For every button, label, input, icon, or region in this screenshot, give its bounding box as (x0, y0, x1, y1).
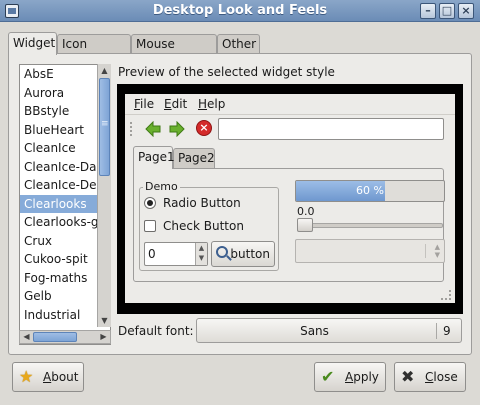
spin-arrows-icon[interactable]: ▲ ▼ (195, 243, 207, 265)
scroll-left-arrow-icon[interactable]: ◀ (20, 331, 33, 343)
scroll-down-arrow-icon[interactable]: ▼ (98, 314, 111, 327)
maximize-button[interactable]: □ (439, 3, 455, 19)
spin-button[interactable]: 0 ▲ ▼ (144, 242, 208, 266)
checkmark-icon: ✔ (321, 367, 335, 386)
widget-preview: File Edit Help × Page1 Page2 Demo Radio … (117, 84, 463, 314)
preview-label: Preview of the selected widget style (118, 65, 335, 79)
search-button-label: button (230, 247, 270, 261)
resize-grip[interactable] (441, 290, 451, 300)
scroll-up-arrow-icon[interactable]: ▲ (98, 64, 111, 77)
title-bar: Desktop Look and Feels – □ × (0, 0, 480, 22)
tab-icon-theme[interactable]: Icon Theme (57, 34, 131, 69)
preview-tab-page1[interactable]: Page1 (133, 146, 175, 169)
combo-separator (425, 244, 426, 258)
about-button-label: About (43, 370, 79, 384)
demo-frame-label: Demo (143, 180, 180, 193)
close-button[interactable]: ✖ Close (394, 362, 466, 392)
preview-toolbar: × (125, 114, 455, 142)
font-name: Sans (300, 324, 329, 338)
theme-list-vertical-scrollbar[interactable]: ▲ ▼ (97, 64, 111, 327)
preview-tab-page2[interactable]: Page2 (173, 148, 215, 168)
progress-bar: 60 % (295, 180, 445, 202)
menu-file[interactable]: File (134, 97, 154, 111)
font-separator (436, 323, 437, 339)
font-chooser-button[interactable]: Sans 9 (196, 318, 462, 343)
preview-menubar: File Edit Help (125, 94, 455, 114)
check-button[interactable] (144, 220, 156, 232)
tab-widget[interactable]: Widget (8, 32, 57, 55)
scale-value: 0.0 (297, 205, 315, 218)
slider-trough[interactable] (297, 223, 443, 228)
menu-edit[interactable]: Edit (164, 97, 187, 111)
disabled-combo-box: ▲ ▼ (295, 239, 445, 263)
star-icon: ★ (19, 367, 34, 386)
progress-text: 60 % (356, 184, 384, 197)
minimize-button[interactable]: – (420, 3, 436, 19)
about-button[interactable]: ★ About (12, 362, 84, 392)
font-size: 9 (443, 324, 451, 338)
window-title: Desktop Look and Feels (152, 3, 328, 18)
close-window-button[interactable]: × (458, 3, 474, 19)
magnifier-icon (216, 246, 228, 258)
theme-list-horizontal-scrollbar[interactable]: ◀ ▶ (19, 330, 111, 344)
tab-mouse-cursor[interactable]: Mouse Cursor (131, 34, 217, 69)
forward-arrow-icon[interactable] (169, 121, 185, 137)
close-button-label: Close (425, 370, 458, 384)
slider-knob[interactable] (297, 218, 313, 232)
scroll-thumb-horizontal[interactable] (33, 332, 77, 342)
apply-button[interactable]: ✔ Apply (314, 362, 386, 392)
preview-text-entry[interactable] (218, 118, 444, 140)
preview-window: File Edit Help × Page1 Page2 Demo Radio … (125, 94, 455, 303)
default-font-label: Default font: (118, 324, 194, 338)
radio-button[interactable] (144, 197, 156, 209)
scroll-thumb[interactable] (99, 78, 110, 176)
stop-icon[interactable]: × (196, 120, 212, 136)
tab-other[interactable]: Other (217, 34, 260, 54)
x-icon: ✖ (401, 367, 415, 386)
radio-button-label[interactable]: Radio Button (163, 196, 241, 210)
apply-button-label: Apply (345, 370, 379, 384)
back-arrow-icon[interactable] (145, 121, 161, 137)
scroll-right-arrow-icon[interactable]: ▶ (97, 331, 110, 343)
combo-arrows-icon: ▲ ▼ (434, 243, 440, 259)
check-button-label[interactable]: Check Button (163, 219, 244, 233)
spin-value[interactable]: 0 (148, 247, 156, 261)
menu-help[interactable]: Help (198, 97, 225, 111)
toolbar-grip[interactable] (130, 122, 134, 136)
search-button[interactable]: button (211, 241, 275, 267)
